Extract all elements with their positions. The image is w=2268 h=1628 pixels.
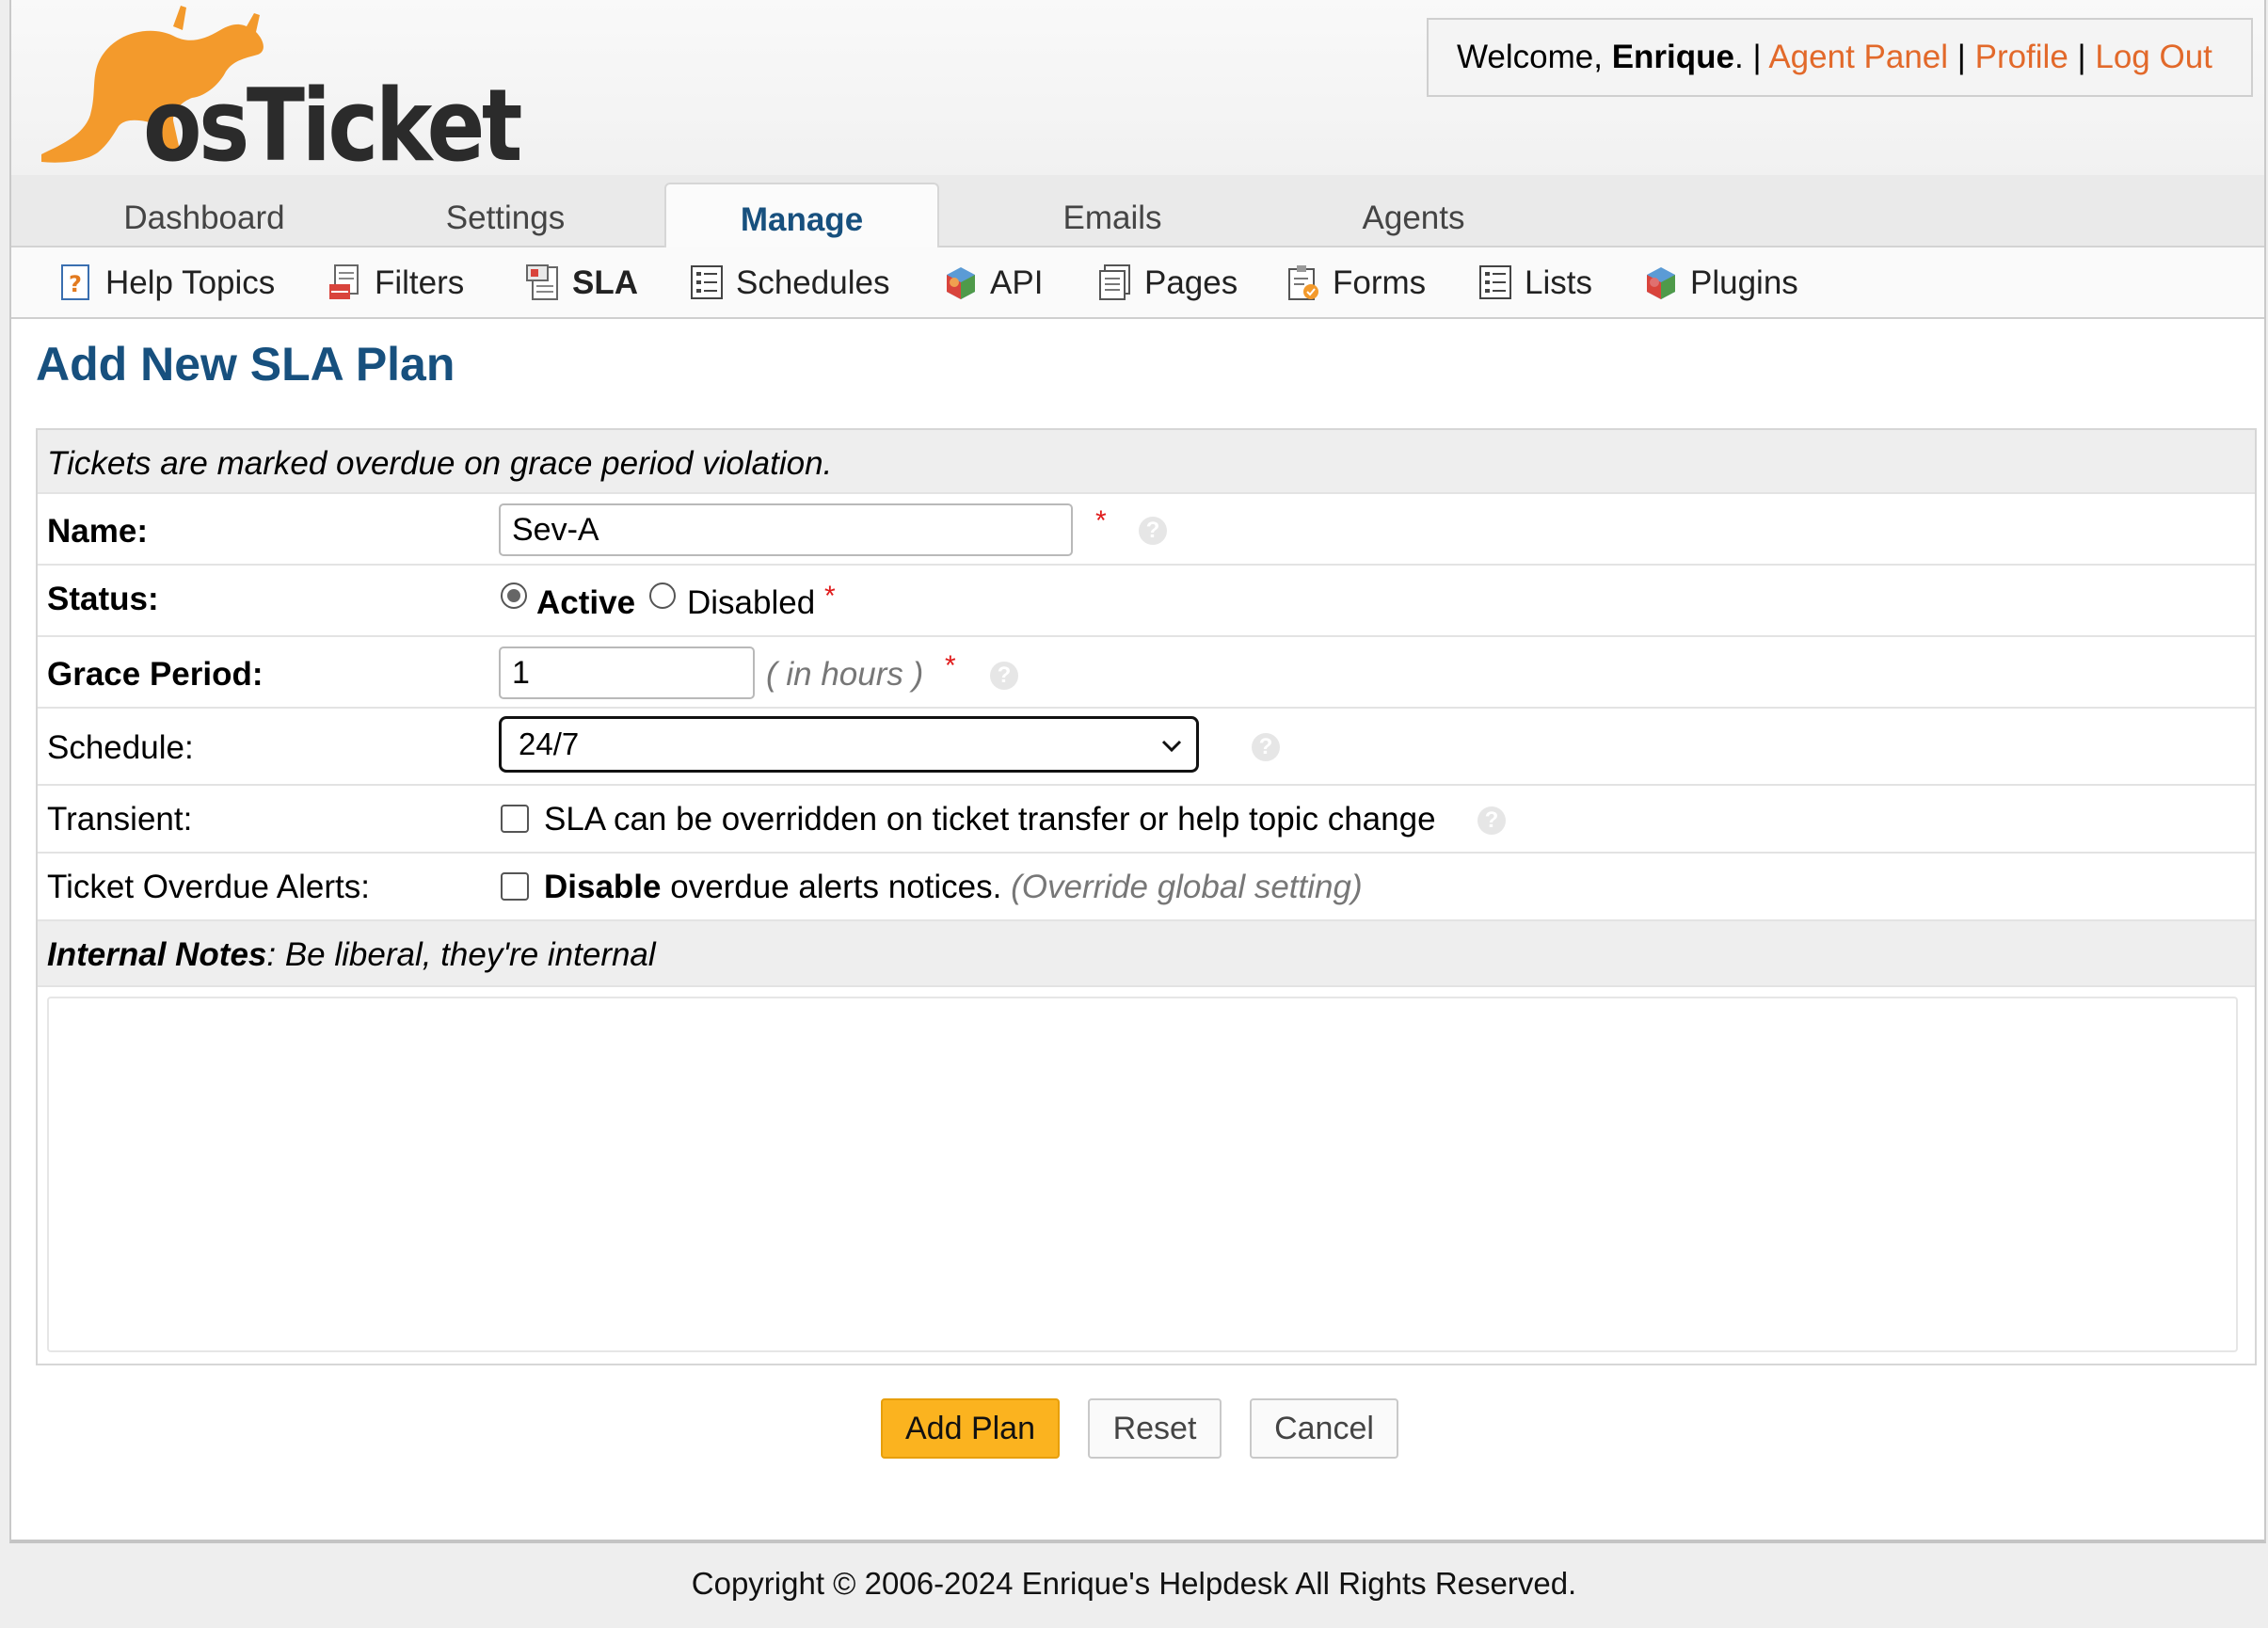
sla-form: Tickets are marked overdue on grace peri… <box>36 428 2257 1365</box>
filters-icon <box>329 263 359 299</box>
transient-checkbox[interactable] <box>501 805 529 833</box>
schedules-icon <box>691 264 723 299</box>
help-icon[interactable]: ? <box>990 662 1018 690</box>
logo-text: osTicket <box>143 68 521 169</box>
subnav-label: Filters <box>375 264 465 301</box>
status-row: Status: Active Disabled * <box>38 566 2255 637</box>
subnav-plugins[interactable]: Plugins <box>1643 247 1798 319</box>
form-intro: Tickets are marked overdue on grace peri… <box>47 445 833 482</box>
name-label: Name: <box>47 513 148 550</box>
welcome-suffix: . <box>1733 39 1744 75</box>
subnav-forms[interactable]: Forms <box>1286 247 1426 319</box>
user-name: Enrique <box>1611 39 1734 75</box>
help-icon[interactable]: ? <box>1139 517 1167 545</box>
name-input[interactable] <box>499 503 1073 556</box>
page-container: osTicket Welcome, Enrique. | Agent Panel… <box>9 0 2266 1543</box>
subnav-help-topics[interactable]: ? Help Topics <box>58 247 275 319</box>
schedule-select[interactable]: 24/7 <box>499 716 1199 773</box>
grace-period-unit: ( in hours ) <box>766 656 924 693</box>
add-plan-button[interactable]: Add Plan <box>881 1398 1060 1459</box>
subnav-filters[interactable]: Filters <box>327 247 464 319</box>
plugins-icon <box>1647 266 1675 299</box>
disable-overdue-label[interactable]: Disable overdue alerts notices. (Overrid… <box>544 869 1363 906</box>
subnav-sla[interactable]: SLA <box>525 247 638 319</box>
lists-icon <box>1479 264 1511 299</box>
status-label: Status: <box>47 581 159 617</box>
cancel-button[interactable]: Cancel <box>1250 1398 1398 1459</box>
internal-notes-title: Internal Notes <box>47 936 267 973</box>
chevron-down-icon <box>1161 740 1182 753</box>
grace-period-input[interactable] <box>499 646 755 699</box>
separator: | <box>2068 39 2096 75</box>
separator: | <box>1743 39 1769 75</box>
status-active-label[interactable]: Active <box>536 584 635 622</box>
api-icon <box>947 266 975 299</box>
schedule-label: Schedule: <box>47 729 194 766</box>
log-out-link[interactable]: Log Out <box>2095 39 2212 75</box>
reset-button[interactable]: Reset <box>1088 1398 1222 1459</box>
grace-period-label: Grace Period: <box>47 656 264 693</box>
transient-label: Transient: <box>47 801 193 838</box>
pages-icon <box>1099 263 1130 300</box>
status-active-radio[interactable] <box>501 583 527 609</box>
tab-settings[interactable]: Settings <box>359 175 651 247</box>
disable-overdue-checkbox[interactable] <box>501 872 529 901</box>
subnav-pages[interactable]: Pages <box>1097 247 1238 319</box>
sub-nav: ? Help Topics Filters SLA Schedules API P… <box>11 247 2264 319</box>
subnav-label: SLA <box>572 264 638 301</box>
page-title: Add New SLA Plan <box>36 338 455 391</box>
grace-period-row: Grace Period: ( in hours ) * ? <box>38 637 2255 709</box>
required-marker: * <box>945 650 956 681</box>
status-disabled-radio[interactable] <box>649 583 676 609</box>
tab-emails[interactable]: Emails <box>962 175 1263 247</box>
help-topics-icon: ? <box>61 263 89 300</box>
required-marker: * <box>824 581 836 612</box>
status-disabled-label[interactable]: Disabled <box>687 584 815 622</box>
subnav-schedules[interactable]: Schedules <box>689 247 889 319</box>
tab-dashboard[interactable]: Dashboard <box>49 175 359 247</box>
svg-text:?: ? <box>69 271 82 297</box>
subnav-label: Help Topics <box>105 264 276 301</box>
internal-notes-title-wrap: Internal Notes: Be liberal, they're inte… <box>47 936 656 974</box>
required-marker: * <box>1095 505 1107 536</box>
main-nav: Dashboard Settings Manage Emails Agents <box>11 175 2264 249</box>
subnav-lists[interactable]: Lists <box>1477 247 1592 319</box>
internal-notes-textarea[interactable] <box>47 997 2238 1352</box>
transient-checkbox-label[interactable]: SLA can be overridden on ticket transfer… <box>544 801 1436 838</box>
disable-bold: Disable <box>544 869 662 905</box>
footer-copyright: Copyright © 2006-2024 Enrique's Helpdesk… <box>691 1566 1577 1601</box>
subnav-label: Schedules <box>736 264 890 301</box>
welcome-box: Welcome, Enrique. | Agent Panel | Profil… <box>1427 18 2253 97</box>
subnav-label: Plugins <box>1690 264 1798 301</box>
tab-agents[interactable]: Agents <box>1263 175 1564 247</box>
profile-link[interactable]: Profile <box>1975 39 2068 75</box>
internal-notes-header: Internal Notes: Be liberal, they're inte… <box>38 921 2255 987</box>
welcome-prefix: Welcome, <box>1457 39 1612 75</box>
overdue-alerts-row: Ticket Overdue Alerts: Disable overdue a… <box>38 854 2255 921</box>
subnav-api[interactable]: API <box>943 247 1043 319</box>
tab-manage[interactable]: Manage <box>664 183 939 249</box>
help-icon[interactable]: ? <box>1477 806 1506 835</box>
subnav-label: Lists <box>1525 264 1592 301</box>
separator: | <box>1948 39 1975 75</box>
override-note: (Override global setting) <box>1011 869 1363 905</box>
header: osTicket Welcome, Enrique. | Agent Panel… <box>11 0 2264 175</box>
help-icon[interactable]: ? <box>1252 733 1280 761</box>
transient-row: Transient: SLA can be overridden on tick… <box>38 786 2255 854</box>
subnav-label: API <box>990 264 1044 301</box>
overdue-alerts-label: Ticket Overdue Alerts: <box>47 869 370 905</box>
sla-icon <box>526 263 558 300</box>
subnav-label: Forms <box>1333 264 1427 301</box>
disable-text: overdue alerts notices. <box>661 869 1002 905</box>
subnav-label: Pages <box>1144 264 1238 301</box>
schedule-selected: 24/7 <box>519 726 580 761</box>
form-intro-row: Tickets are marked overdue on grace peri… <box>38 430 2255 494</box>
schedule-row: Schedule: 24/7 ? <box>38 709 2255 786</box>
agent-panel-link[interactable]: Agent Panel <box>1768 39 1948 75</box>
forms-icon <box>1288 264 1318 300</box>
internal-notes-hint: : Be liberal, they're internal <box>266 936 656 973</box>
osticket-logo[interactable]: osTicket <box>32 4 521 169</box>
name-row: Name: * ? <box>38 494 2255 566</box>
